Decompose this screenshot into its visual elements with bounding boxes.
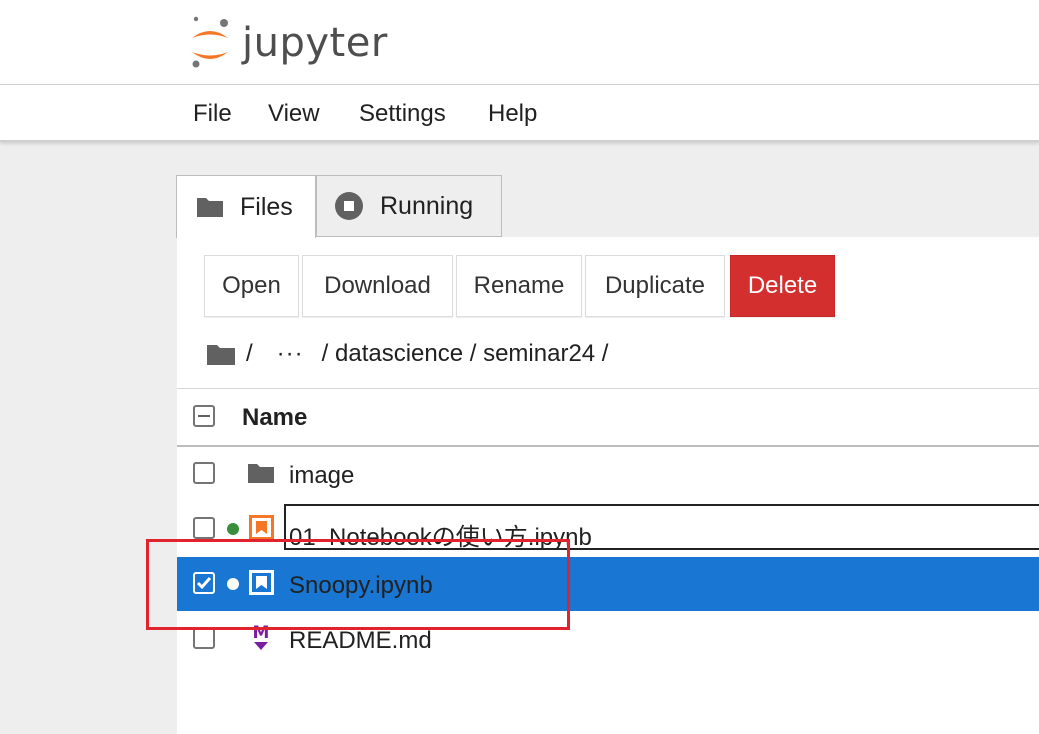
folder-icon bbox=[248, 464, 274, 483]
stop-circle-icon bbox=[335, 192, 363, 220]
running-indicator-icon bbox=[227, 523, 239, 535]
breadcrumb-path[interactable]: / datascience / seminar24 / bbox=[322, 340, 609, 368]
duplicate-button[interactable]: Duplicate bbox=[585, 255, 725, 317]
menu-help[interactable]: Help bbox=[488, 100, 537, 128]
breadcrumb-ellipsis[interactable]: ··· bbox=[277, 340, 304, 368]
column-name-header[interactable]: Name bbox=[242, 404, 307, 432]
download-button[interactable]: Download bbox=[302, 255, 453, 317]
menu-bar: File View Settings Help bbox=[0, 85, 1039, 142]
folder-icon bbox=[197, 198, 223, 217]
jupyter-logo-icon bbox=[192, 16, 228, 68]
breadcrumb-root-separator: / bbox=[246, 340, 253, 367]
row-checkbox[interactable] bbox=[193, 462, 215, 484]
tab-running[interactable]: Running bbox=[316, 175, 502, 237]
file-name[interactable]: README.md bbox=[289, 627, 432, 655]
folder-home-icon[interactable] bbox=[206, 342, 236, 366]
menu-settings[interactable]: Settings bbox=[359, 100, 446, 128]
tab-files-label: Files bbox=[240, 192, 293, 221]
breadcrumb: / ··· / datascience / seminar24 / bbox=[206, 338, 616, 370]
menu-file[interactable]: File bbox=[193, 100, 232, 128]
indeterminate-icon bbox=[198, 415, 210, 417]
row-checkbox[interactable] bbox=[193, 627, 215, 649]
row-checkbox[interactable] bbox=[193, 517, 215, 539]
file-name[interactable]: image bbox=[289, 462, 354, 490]
logo-text: jupyter bbox=[242, 20, 388, 66]
notebook-icon bbox=[249, 515, 274, 540]
tab-files[interactable]: Files bbox=[176, 175, 316, 238]
tab-running-label: Running bbox=[380, 191, 474, 220]
rename-button[interactable]: Rename bbox=[456, 255, 582, 317]
top-header: jupyter bbox=[0, 0, 1039, 85]
file-list-header: Name bbox=[177, 388, 1039, 447]
annotation-highlight-box bbox=[146, 539, 570, 630]
jupyter-logo[interactable]: jupyter bbox=[188, 14, 388, 72]
delete-button[interactable]: Delete bbox=[730, 255, 835, 317]
open-button[interactable]: Open bbox=[204, 255, 299, 317]
menu-view[interactable]: View bbox=[268, 100, 320, 128]
select-all-checkbox[interactable] bbox=[193, 405, 215, 427]
